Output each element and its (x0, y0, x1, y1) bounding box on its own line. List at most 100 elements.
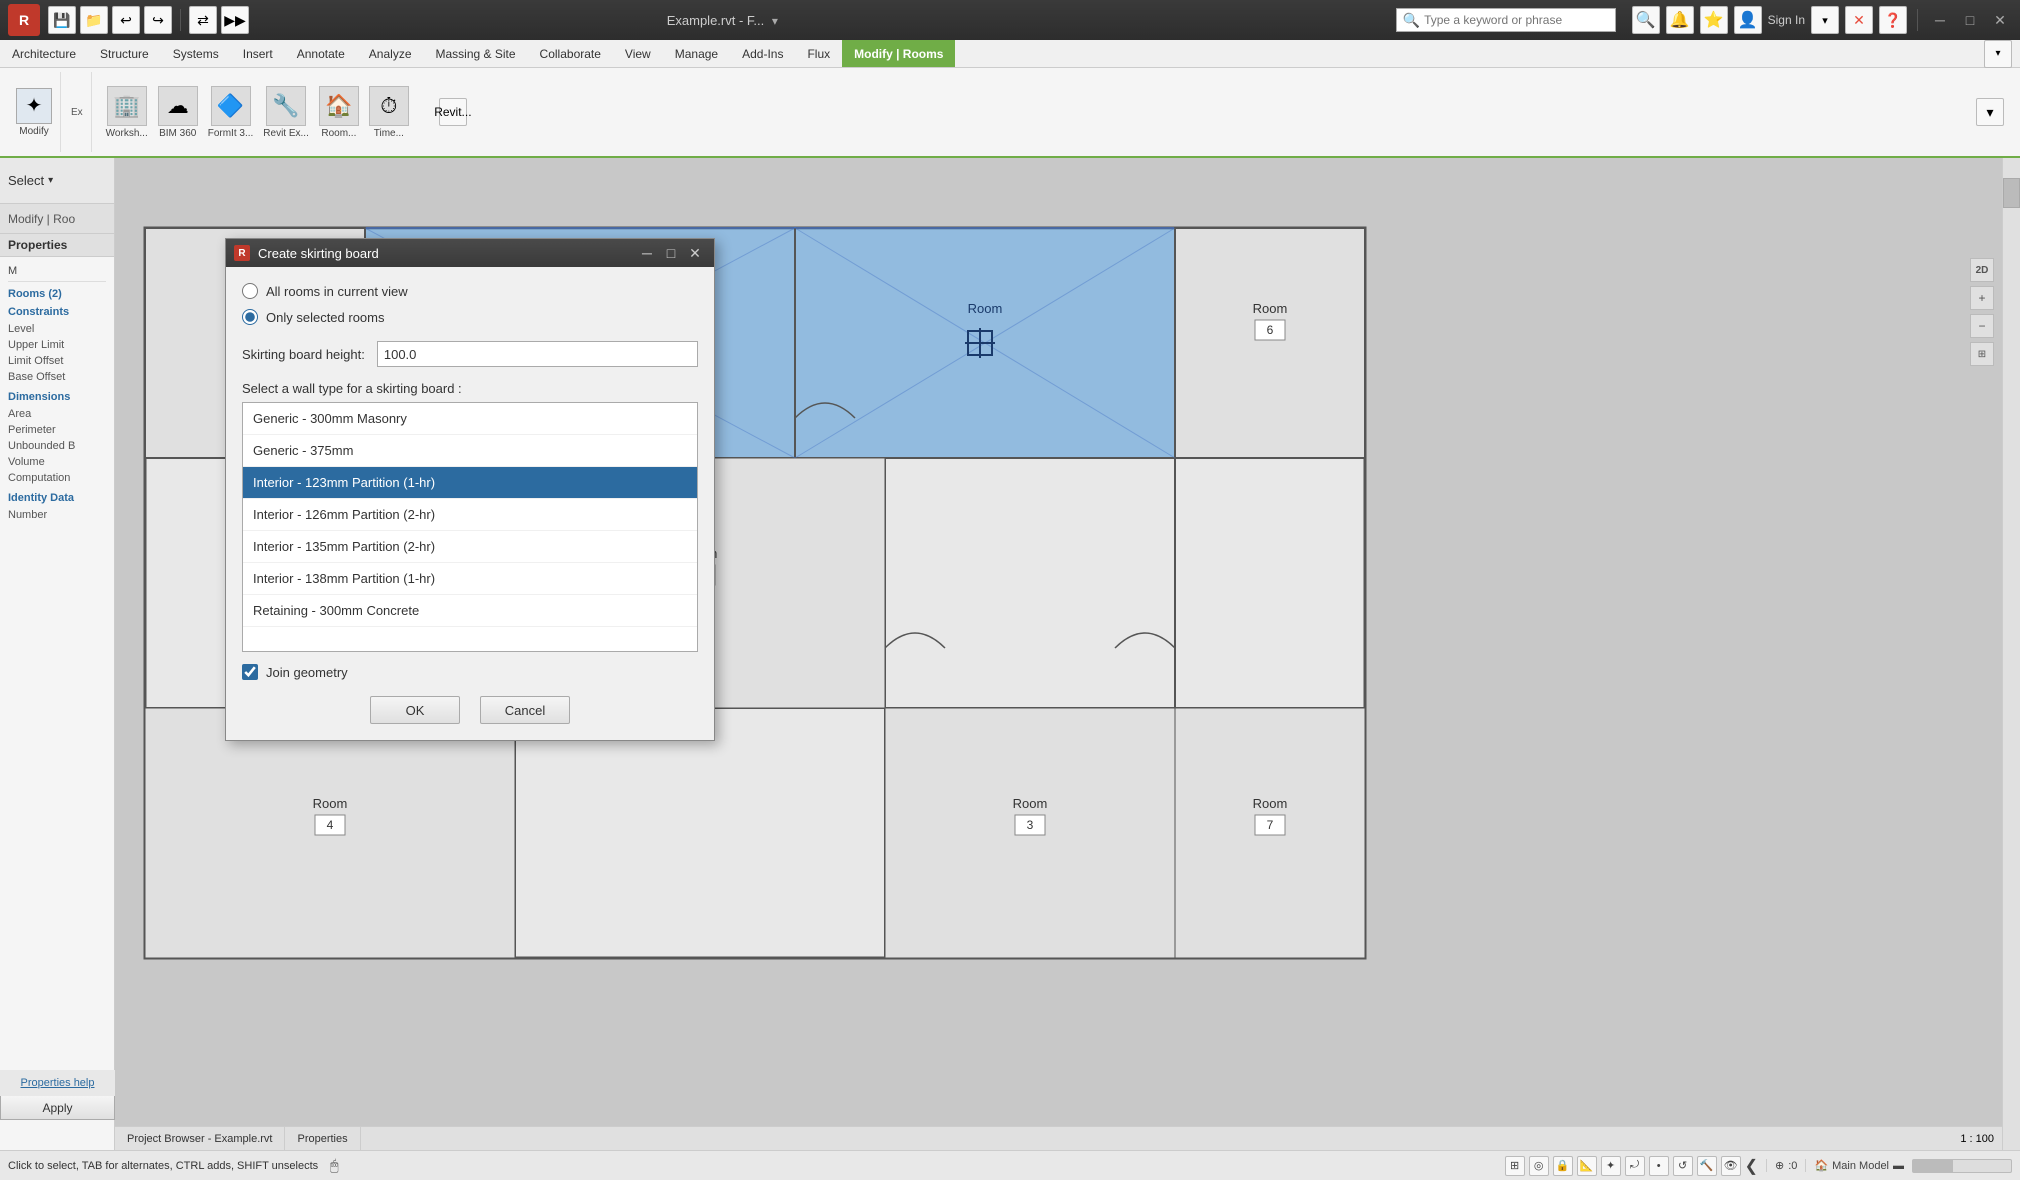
revit-cloud-btn[interactable]: Revit... (439, 98, 467, 126)
dialog-logo: R (234, 245, 250, 261)
help-btn[interactable]: ❓ (1879, 6, 1907, 34)
menu-systems[interactable]: Systems (161, 40, 231, 67)
menu-massing[interactable]: Massing & Site (424, 40, 528, 67)
menu-modify-rooms[interactable]: Modify | Rooms (842, 40, 955, 67)
ribbon-ex-btn[interactable]: Ex (71, 107, 83, 118)
measure-btn[interactable]: 📐 (1577, 1156, 1597, 1176)
vertical-scrollbar[interactable] (2002, 158, 2020, 1150)
app-logo: R (8, 4, 40, 36)
close-btn[interactable]: ✕ (1988, 8, 2012, 32)
list-item-generic-300[interactable]: Generic - 300mm Masonry (243, 403, 697, 435)
maximize-btn[interactable]: □ (1958, 8, 1982, 32)
select-btn[interactable]: ✦ (1601, 1156, 1621, 1176)
search-box[interactable]: 🔍 (1396, 8, 1616, 32)
list-item-retaining-300[interactable]: Retaining - 300mm Concrete (243, 595, 697, 627)
dialog-content: All rooms in current view Only selected … (226, 267, 714, 740)
model-icon: 🏠 (1814, 1159, 1828, 1172)
model-selector[interactable]: 🏠 Main Model ▬ (1805, 1159, 1904, 1172)
user-icon-btn[interactable]: 👤 (1734, 6, 1762, 34)
ribbon-tool-formit[interactable]: 🔷 FormIt 3... (208, 86, 254, 139)
menu-collaborate[interactable]: Collaborate (528, 40, 613, 67)
search-input[interactable] (1424, 13, 1609, 27)
wall-type-listbox[interactable]: Generic - 300mm Masonry Generic - 375mm … (242, 402, 698, 652)
ok-button[interactable]: OK (370, 696, 460, 724)
radio-selected-rooms-input[interactable] (242, 309, 258, 325)
modify-label: Modify | Roo (0, 204, 114, 234)
tool-btn[interactable]: 🔨 (1697, 1156, 1717, 1176)
nav-zoom-panel: 2D + − ⊞ (1970, 258, 1994, 366)
dialog-close-btn[interactable]: ✕ (684, 242, 706, 264)
status-bar: Click to select, TAB for alternates, CTR… (0, 1150, 2020, 1180)
ribbon-modify-btn[interactable]: ✦ Modify (16, 88, 52, 137)
menu-addins[interactable]: Add-Ins (730, 40, 795, 67)
snap-btn[interactable]: ◎ (1529, 1156, 1549, 1176)
search-icon-btn[interactable]: 🔍 (1632, 6, 1660, 34)
show-btn[interactable]: 👁 (1721, 1156, 1741, 1176)
tab-spacer (361, 1127, 1953, 1150)
ribbon-tool-worksh[interactable]: 🏢 Worksh... (106, 86, 148, 139)
zoom-in-btn[interactable]: + (1970, 286, 1994, 310)
apply-button[interactable]: Apply (0, 1096, 115, 1120)
path-btn[interactable]: ⤾ (1625, 1156, 1645, 1176)
main-area: Select ▾ Modify | Roo Properties M Rooms… (0, 158, 2020, 1150)
unbounded-row: Unbounded B (8, 438, 106, 454)
ribbon-tool-revitex[interactable]: 🔧 Revit Ex... (263, 86, 309, 139)
menu-structure[interactable]: Structure (88, 40, 161, 67)
title-bar: R 💾 📁 ↩ ↪ ⇄ ▶▶ Example.rvt - F... ▾ 🔍 🔍 … (0, 0, 2020, 40)
list-item-interior-123[interactable]: Interior - 123mm Partition (1-hr) (243, 467, 697, 499)
alert-icon-btn[interactable]: 🔔 (1666, 6, 1694, 34)
ribbon-tool-room[interactable]: 🏠 Room... (319, 86, 359, 139)
ribbon-expand-btn[interactable]: ▾ (1984, 40, 2012, 68)
chevron-icon[interactable]: ❮ (1745, 1156, 1758, 1176)
toolbar-icons-row: ⊞ ◎ 🔒 📐 ✦ ⤾ • ↺ 🔨 👁 ❮ (1505, 1156, 1758, 1176)
radio-selected-rooms[interactable]: Only selected rooms (242, 309, 698, 325)
join-geometry-checkbox[interactable] (242, 664, 258, 680)
coordinates-value: :0 (1788, 1160, 1797, 1172)
list-item-generic-375[interactable]: Generic - 375mm (243, 435, 697, 467)
minimize-btn[interactable]: ─ (1928, 8, 1952, 32)
tab-properties[interactable]: Properties (285, 1127, 360, 1150)
ribbon-tool-bim360[interactable]: ☁ BIM 360 (158, 86, 198, 139)
radio-all-rooms-input[interactable] (242, 283, 258, 299)
menu-bar: Architecture Structure Systems Insert An… (0, 40, 2020, 68)
lock-btn[interactable]: 🔒 (1553, 1156, 1573, 1176)
grid-btn[interactable]: ⊞ (1505, 1156, 1525, 1176)
ribbon-action-1[interactable]: ▾ (1976, 98, 2004, 126)
svg-text:Room: Room (1253, 796, 1288, 811)
wall-type-list-label: Select a wall type for a skirting board … (242, 381, 698, 396)
menu-annotate[interactable]: Annotate (285, 40, 357, 67)
rotate-btn[interactable]: ↺ (1673, 1156, 1693, 1176)
menu-analyze[interactable]: Analyze (357, 40, 424, 67)
zoom-extent-btn[interactable]: ⊞ (1970, 342, 1994, 366)
menu-view[interactable]: View (613, 40, 663, 67)
menu-flux[interactable]: Flux (795, 40, 842, 67)
tab-project-browser[interactable]: Project Browser - Example.rvt (115, 1127, 285, 1150)
point-btn[interactable]: • (1649, 1156, 1669, 1176)
radio-all-rooms[interactable]: All rooms in current view (242, 283, 698, 299)
close-revit-btn[interactable]: ✕ (1845, 6, 1873, 34)
dialog-maximize-btn[interactable]: □ (660, 242, 682, 264)
menu-architecture[interactable]: Architecture (0, 40, 88, 67)
svg-text:Room: Room (1013, 796, 1048, 811)
menu-insert[interactable]: Insert (231, 40, 285, 67)
cancel-button[interactable]: Cancel (480, 696, 570, 724)
skirting-height-input[interactable] (377, 341, 698, 367)
list-item-interior-126[interactable]: Interior - 126mm Partition (2-hr) (243, 499, 697, 531)
zoom-out-btn[interactable]: − (1970, 314, 1994, 338)
properties-help-link[interactable]: Properties help (0, 1070, 115, 1096)
canvas-area[interactable]: Room 9 Room Room Room 6 Room 5 Room 4 Ro… (115, 158, 2020, 1150)
menu-manage[interactable]: Manage (663, 40, 730, 67)
ribbon-tool-time[interactable]: ⏱ Time... (369, 86, 409, 139)
select-dropdown[interactable]: Select ▾ (0, 158, 114, 204)
dropdown-btn[interactable]: ▾ (1811, 6, 1839, 34)
dialog-minimize-btn[interactable]: ─ (636, 242, 658, 264)
properties-section-rooms: M Rooms (2) Constraints Level Upper Limi… (0, 257, 114, 527)
horizontal-scrollbar[interactable] (1912, 1159, 2012, 1173)
sign-in-text[interactable]: Sign In (1768, 13, 1805, 27)
list-item-interior-135[interactable]: Interior - 135mm Partition (2-hr) (243, 531, 697, 563)
join-geometry-label[interactable]: Join geometry (266, 665, 348, 680)
status-bar-scrollbar[interactable]: ▬ (1893, 1160, 1904, 1172)
list-item-interior-138[interactable]: Interior - 138mm Partition (1-hr) (243, 563, 697, 595)
nav-2d-btn[interactable]: 2D (1970, 258, 1994, 282)
star-icon-btn[interactable]: ⭐ (1700, 6, 1728, 34)
